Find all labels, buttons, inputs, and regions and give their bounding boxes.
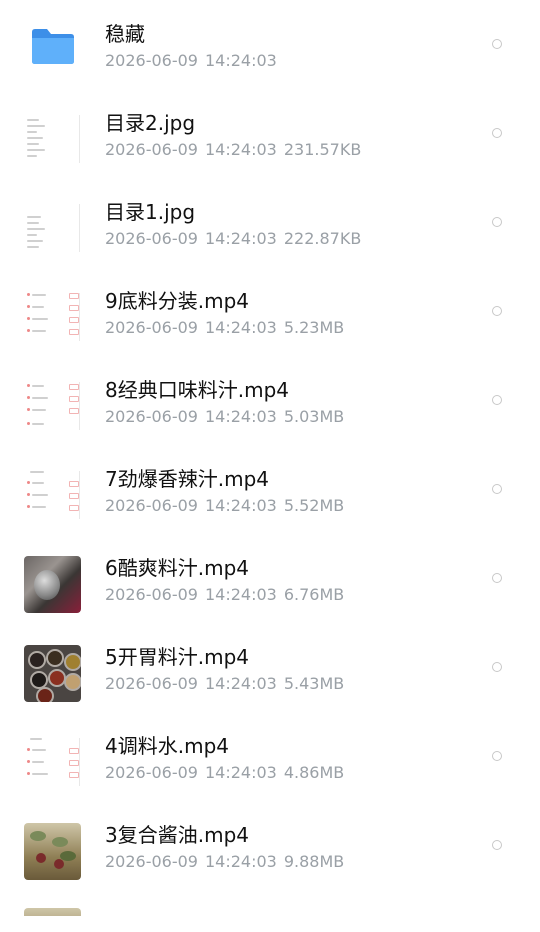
file-name: 7劲爆香辣汁.mp4: [105, 467, 269, 491]
file-meta: 2026-06-09 14:24:03 231.57KB: [105, 139, 368, 161]
file-meta: 2026-06-09 14:24:03 5.23MB: [105, 317, 351, 339]
file-size: 222.87KB: [283, 229, 362, 248]
list-item[interactable]: 目录2.jpg 2026-06-09 14:24:03 231.57KB: [0, 89, 540, 178]
select-radio[interactable]: [492, 39, 502, 49]
list-item[interactable]: 5开胃料汁.mp4 2026-06-09 14:24:03 5.43MB: [0, 623, 540, 712]
file-time: 14:24:03: [204, 852, 277, 871]
file-meta: 2026-06-09 14:24:03: [105, 50, 284, 72]
file-date: 2026-06-09: [105, 763, 198, 782]
file-date: 2026-06-09: [105, 140, 198, 159]
select-radio[interactable]: [492, 395, 502, 405]
file-time: 14:24:03: [204, 140, 277, 159]
video-thumbnail: [24, 645, 81, 702]
file-date: 2026-06-09: [105, 674, 198, 693]
file-size: 6.76MB: [283, 585, 345, 604]
list-item[interactable]: 6酷爽料汁.mp4 2026-06-09 14:24:03 6.76MB: [0, 534, 540, 623]
select-radio[interactable]: [492, 751, 502, 761]
file-date: 2026-06-09: [105, 407, 198, 426]
file-time: 14:24:03: [204, 585, 277, 604]
list-item[interactable]: 3复合酱油.mp4 2026-06-09 14:24:03 9.88MB: [0, 801, 540, 890]
file-time: 14:24:03: [204, 51, 277, 70]
file-size: 5.43MB: [283, 674, 345, 693]
document-thumbnail: [24, 200, 81, 257]
file-name: 稳藏: [105, 22, 145, 46]
list-item[interactable]: 7劲爆香辣汁.mp4 2026-06-09 14:24:03 5.52MB: [0, 445, 540, 534]
file-time: 14:24:03: [204, 229, 277, 248]
folder-icon: [30, 26, 76, 66]
file-meta: 2026-06-09 14:24:03 5.52MB: [105, 495, 351, 517]
document-thumbnail: [24, 378, 81, 435]
document-thumbnail: [24, 289, 81, 346]
file-meta: 2026-06-09 14:24:03 9.88MB: [105, 851, 351, 873]
file-name: 3复合酱油.mp4: [105, 823, 249, 847]
document-thumbnail: [24, 111, 81, 168]
file-name: 目录1.jpg: [105, 200, 196, 224]
file-date: 2026-06-09: [105, 496, 198, 515]
video-thumbnail: [24, 823, 81, 880]
list-item[interactable]: 8经典口味料汁.mp4 2026-06-09 14:24:03 5.03MB: [0, 356, 540, 445]
list-item[interactable]: 9底料分装.mp4 2026-06-09 14:24:03 5.23MB: [0, 267, 540, 356]
file-name: 8经典口味料汁.mp4: [105, 378, 289, 402]
file-time: 14:24:03: [204, 674, 277, 693]
video-thumbnail: [24, 908, 81, 916]
list-item[interactable]: 稳藏 2026-06-09 14:24:03: [0, 0, 540, 89]
file-size: 5.52MB: [283, 496, 345, 515]
select-radio[interactable]: [492, 840, 502, 850]
file-meta: 2026-06-09 14:24:03 5.43MB: [105, 673, 351, 695]
file-date: 2026-06-09: [105, 51, 198, 70]
select-radio[interactable]: [492, 662, 502, 672]
list-item[interactable]: 目录1.jpg 2026-06-09 14:24:03 222.87KB: [0, 178, 540, 267]
file-meta: 2026-06-09 14:24:03 6.76MB: [105, 584, 351, 606]
file-size: 9.88MB: [283, 852, 345, 871]
select-radio[interactable]: [492, 306, 502, 316]
file-size: 4.86MB: [283, 763, 345, 782]
select-radio[interactable]: [492, 484, 502, 494]
document-thumbnail: [24, 467, 81, 524]
list-item[interactable]: 4调料水.mp4 2026-06-09 14:24:03 4.86MB: [0, 712, 540, 801]
file-name: 目录2.jpg: [105, 111, 196, 135]
file-meta: 2026-06-09 14:24:03 5.03MB: [105, 406, 351, 428]
file-name: 4调料水.mp4: [105, 734, 229, 758]
file-meta: 2026-06-09 14:24:03 222.87KB: [105, 228, 368, 250]
file-time: 14:24:03: [204, 496, 277, 515]
file-name: 6酷爽料汁.mp4: [105, 556, 249, 580]
video-thumbnail: [24, 556, 81, 613]
file-date: 2026-06-09: [105, 852, 198, 871]
file-date: 2026-06-09: [105, 318, 198, 337]
file-time: 14:24:03: [204, 318, 277, 337]
select-radio[interactable]: [492, 128, 502, 138]
file-meta: 2026-06-09 14:24:03 4.86MB: [105, 762, 351, 784]
file-size: 5.03MB: [283, 407, 345, 426]
list-item-partial[interactable]: [0, 890, 540, 916]
document-thumbnail: [24, 734, 81, 791]
file-time: 14:24:03: [204, 407, 277, 426]
select-radio[interactable]: [492, 573, 502, 583]
select-radio[interactable]: [492, 217, 502, 227]
file-time: 14:24:03: [204, 763, 277, 782]
list-bottom-edge: [0, 916, 540, 932]
file-date: 2026-06-09: [105, 229, 198, 248]
file-size: 231.57KB: [283, 140, 362, 159]
file-size: 5.23MB: [283, 318, 345, 337]
file-name: 5开胃料汁.mp4: [105, 645, 249, 669]
file-name: 9底料分装.mp4: [105, 289, 249, 313]
file-date: 2026-06-09: [105, 585, 198, 604]
